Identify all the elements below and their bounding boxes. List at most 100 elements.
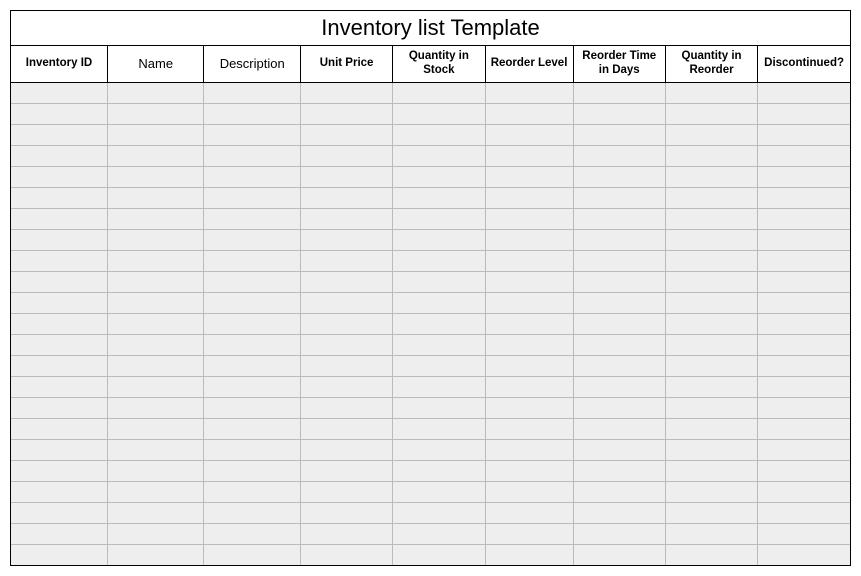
table-cell[interactable] — [107, 544, 203, 565]
table-cell[interactable] — [758, 460, 850, 481]
table-cell[interactable] — [300, 523, 392, 544]
table-cell[interactable] — [300, 481, 392, 502]
table-cell[interactable] — [758, 166, 850, 187]
table-cell[interactable] — [11, 145, 107, 166]
table-cell[interactable] — [393, 145, 485, 166]
table-cell[interactable] — [204, 418, 300, 439]
table-cell[interactable] — [11, 439, 107, 460]
table-cell[interactable] — [204, 208, 300, 229]
table-cell[interactable] — [573, 544, 665, 565]
table-cell[interactable] — [758, 187, 850, 208]
table-cell[interactable] — [107, 145, 203, 166]
table-cell[interactable] — [11, 103, 107, 124]
table-cell[interactable] — [758, 103, 850, 124]
table-cell[interactable] — [11, 229, 107, 250]
table-cell[interactable] — [300, 103, 392, 124]
table-cell[interactable] — [204, 145, 300, 166]
table-cell[interactable] — [107, 418, 203, 439]
table-cell[interactable] — [485, 523, 573, 544]
table-cell[interactable] — [573, 208, 665, 229]
table-cell[interactable] — [485, 334, 573, 355]
table-cell[interactable] — [11, 271, 107, 292]
table-cell[interactable] — [107, 103, 203, 124]
table-cell[interactable] — [758, 208, 850, 229]
table-cell[interactable] — [665, 523, 757, 544]
table-cell[interactable] — [665, 481, 757, 502]
table-cell[interactable] — [204, 103, 300, 124]
table-cell[interactable] — [665, 271, 757, 292]
table-cell[interactable] — [300, 397, 392, 418]
table-cell[interactable] — [107, 166, 203, 187]
table-cell[interactable] — [758, 145, 850, 166]
table-cell[interactable] — [11, 481, 107, 502]
table-cell[interactable] — [758, 355, 850, 376]
table-cell[interactable] — [485, 187, 573, 208]
table-cell[interactable] — [665, 145, 757, 166]
table-cell[interactable] — [300, 355, 392, 376]
table-cell[interactable] — [204, 292, 300, 313]
table-cell[interactable] — [204, 439, 300, 460]
table-cell[interactable] — [11, 544, 107, 565]
table-cell[interactable] — [204, 502, 300, 523]
table-cell[interactable] — [758, 544, 850, 565]
table-cell[interactable] — [573, 271, 665, 292]
table-cell[interactable] — [665, 124, 757, 145]
table-cell[interactable] — [204, 187, 300, 208]
table-cell[interactable] — [300, 229, 392, 250]
table-cell[interactable] — [300, 145, 392, 166]
table-cell[interactable] — [485, 397, 573, 418]
table-cell[interactable] — [393, 376, 485, 397]
table-cell[interactable] — [11, 82, 107, 103]
table-cell[interactable] — [485, 166, 573, 187]
table-cell[interactable] — [573, 334, 665, 355]
table-cell[interactable] — [204, 250, 300, 271]
table-cell[interactable] — [11, 523, 107, 544]
table-cell[interactable] — [393, 166, 485, 187]
table-cell[interactable] — [665, 397, 757, 418]
table-cell[interactable] — [107, 208, 203, 229]
table-cell[interactable] — [300, 166, 392, 187]
table-cell[interactable] — [573, 439, 665, 460]
table-cell[interactable] — [758, 502, 850, 523]
table-cell[interactable] — [485, 439, 573, 460]
table-cell[interactable] — [204, 82, 300, 103]
table-cell[interactable] — [665, 544, 757, 565]
table-cell[interactable] — [300, 292, 392, 313]
table-cell[interactable] — [573, 418, 665, 439]
table-cell[interactable] — [665, 313, 757, 334]
table-cell[interactable] — [665, 355, 757, 376]
table-cell[interactable] — [204, 124, 300, 145]
table-cell[interactable] — [300, 334, 392, 355]
table-cell[interactable] — [485, 544, 573, 565]
table-cell[interactable] — [204, 376, 300, 397]
table-cell[interactable] — [665, 292, 757, 313]
table-cell[interactable] — [665, 418, 757, 439]
table-cell[interactable] — [107, 355, 203, 376]
table-cell[interactable] — [758, 271, 850, 292]
table-cell[interactable] — [573, 229, 665, 250]
table-cell[interactable] — [485, 460, 573, 481]
table-cell[interactable] — [573, 166, 665, 187]
table-cell[interactable] — [485, 481, 573, 502]
table-cell[interactable] — [758, 481, 850, 502]
table-cell[interactable] — [107, 460, 203, 481]
table-cell[interactable] — [758, 334, 850, 355]
table-cell[interactable] — [758, 376, 850, 397]
table-cell[interactable] — [393, 481, 485, 502]
table-cell[interactable] — [393, 418, 485, 439]
table-cell[interactable] — [485, 355, 573, 376]
table-cell[interactable] — [485, 502, 573, 523]
table-cell[interactable] — [107, 313, 203, 334]
table-cell[interactable] — [11, 334, 107, 355]
table-cell[interactable] — [204, 334, 300, 355]
table-cell[interactable] — [485, 229, 573, 250]
table-cell[interactable] — [573, 313, 665, 334]
table-cell[interactable] — [107, 187, 203, 208]
table-cell[interactable] — [665, 250, 757, 271]
table-cell[interactable] — [573, 292, 665, 313]
table-cell[interactable] — [393, 439, 485, 460]
table-cell[interactable] — [11, 187, 107, 208]
table-cell[interactable] — [485, 376, 573, 397]
table-cell[interactable] — [758, 292, 850, 313]
table-cell[interactable] — [204, 166, 300, 187]
